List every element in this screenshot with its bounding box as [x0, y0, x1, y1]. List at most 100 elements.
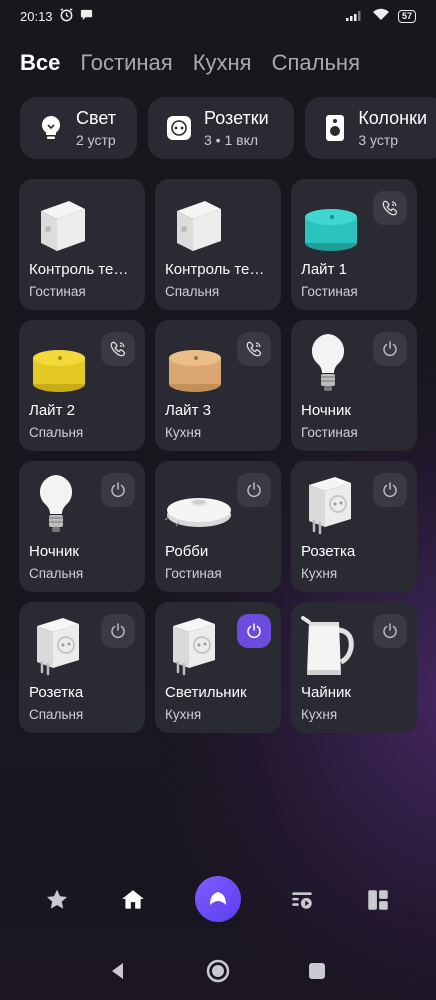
tab-all[interactable]: Все: [20, 50, 60, 76]
bulb-icon: [27, 471, 97, 541]
kettle-icon: [299, 612, 369, 682]
robot-vacuum-icon: [163, 471, 233, 541]
home-circle-icon[interactable]: [203, 956, 233, 986]
power-icon: [383, 623, 397, 639]
device-name: Робби: [165, 543, 209, 560]
device-name: Ночник: [29, 543, 79, 560]
phone-icon: [382, 200, 398, 216]
device-room: Кухня: [301, 707, 338, 722]
device-name: Лайт 2: [29, 402, 75, 419]
device-room: Кухня: [165, 707, 202, 722]
smart-plug-icon: [27, 612, 97, 682]
device-room: Кухня: [165, 425, 202, 440]
power-icon: [383, 341, 397, 357]
smart-plug-icon: [163, 612, 233, 682]
hub-icon: [27, 189, 97, 259]
alarm-icon: [59, 7, 74, 25]
power-button[interactable]: [101, 473, 135, 507]
power-icon: [247, 482, 261, 498]
room-tabs: Все Гостиная Кухня Спальня: [20, 50, 360, 76]
device-room: Спальня: [165, 284, 220, 299]
device-card[interactable]: Ночник Спальня: [19, 461, 145, 592]
device-room: Гостиная: [301, 425, 358, 440]
device-room: Спальня: [29, 425, 84, 440]
power-button[interactable]: [373, 473, 407, 507]
device-room: Кухня: [301, 566, 338, 581]
device-name: Чайник: [301, 684, 351, 701]
device-room: Гостиная: [29, 284, 86, 299]
device-room: Гостиная: [301, 284, 358, 299]
device-card[interactable]: Контроль те… Гостиная: [19, 179, 145, 310]
device-name: Лайт 3: [165, 402, 211, 419]
scenarios-icon[interactable]: [280, 868, 324, 932]
wifi-icon: [372, 8, 390, 24]
category-light-label: Свет: [76, 108, 117, 128]
device-room: Спальня: [29, 707, 84, 722]
device-card[interactable]: Светильник Кухня: [155, 602, 281, 733]
home-icon[interactable]: [111, 868, 155, 932]
category-light[interactable]: Свет 2 устр: [20, 97, 137, 159]
device-card[interactable]: Контроль те… Спальня: [155, 179, 281, 310]
power-icon: [111, 482, 125, 498]
device-card[interactable]: Розетка Спальня: [19, 602, 145, 733]
speaker-beige-icon: [163, 330, 233, 400]
category-sockets-count: 3 • 1 вкл: [204, 132, 259, 148]
battery-icon: 57: [397, 9, 416, 23]
status-time: 20:13: [20, 8, 53, 24]
device-name: Розетка: [29, 684, 84, 701]
device-card[interactable]: Ночник Гостиная: [291, 320, 417, 451]
category-sockets[interactable]: Розетки 3 • 1 вкл: [148, 97, 294, 159]
call-button[interactable]: [373, 191, 407, 225]
tab-kitchen[interactable]: Кухня: [193, 50, 252, 76]
phone-icon: [110, 341, 126, 357]
device-card[interactable]: Розетка Кухня: [291, 461, 417, 592]
device-name: Контроль те…: [29, 261, 129, 278]
chat-icon: [80, 8, 93, 24]
speaker-teal-icon: [299, 189, 369, 259]
call-button[interactable]: [237, 332, 271, 366]
category-speakers-label: Колонки: [358, 108, 427, 128]
smart-plug-icon: [299, 471, 369, 541]
device-room: Гостиная: [165, 566, 222, 581]
category-speakers[interactable]: Колонки 3 устр: [305, 97, 436, 159]
bulb-icon: [299, 330, 369, 400]
dashboard-icon[interactable]: [356, 868, 400, 932]
speaker-icon: [321, 113, 348, 143]
power-button[interactable]: [237, 614, 271, 648]
phone-icon: [246, 341, 262, 357]
device-name: Контроль те…: [165, 261, 265, 278]
device-name: Розетка: [301, 543, 356, 560]
tab-bedroom[interactable]: Спальня: [272, 50, 360, 76]
category-light-count: 2 устр: [76, 132, 116, 148]
device-name: Ночник: [301, 402, 351, 419]
tab-living-room[interactable]: Гостиная: [80, 50, 172, 76]
bottom-nav: [0, 868, 436, 932]
device-grid: Контроль те… Гостиная Контроль те… Спаль…: [19, 179, 417, 733]
device-card[interactable]: Лайт 1 Гостиная: [291, 179, 417, 310]
recents-icon[interactable]: [302, 956, 332, 986]
device-name: Лайт 1: [301, 261, 347, 278]
power-icon: [111, 623, 125, 639]
device-card[interactable]: Лайт 3 Кухня: [155, 320, 281, 451]
call-button[interactable]: [101, 332, 135, 366]
star-icon[interactable]: [35, 868, 79, 932]
device-card[interactable]: Лайт 2 Спальня: [19, 320, 145, 451]
category-speakers-count: 3 устр: [358, 132, 399, 148]
device-card[interactable]: Чайник Кухня: [291, 602, 417, 733]
system-nav: [0, 948, 436, 994]
category-sockets-label: Розетки: [204, 108, 269, 128]
alice-icon[interactable]: [195, 876, 241, 922]
power-button[interactable]: [101, 614, 135, 648]
device-room: Спальня: [29, 566, 84, 581]
power-button[interactable]: [373, 332, 407, 366]
category-chips: Свет 2 устр Розетки 3 • 1 вкл Колонки 3 уст…: [20, 97, 436, 159]
power-icon: [247, 623, 261, 639]
power-button[interactable]: [237, 473, 271, 507]
power-button[interactable]: [373, 614, 407, 648]
hub-icon: [163, 189, 233, 259]
back-icon[interactable]: [103, 956, 133, 986]
device-card[interactable]: Робби Гостиная: [155, 461, 281, 592]
speaker-yellow-icon: [27, 330, 97, 400]
status-bar: 20:13 57: [0, 0, 436, 32]
signal-icon: [345, 9, 364, 24]
